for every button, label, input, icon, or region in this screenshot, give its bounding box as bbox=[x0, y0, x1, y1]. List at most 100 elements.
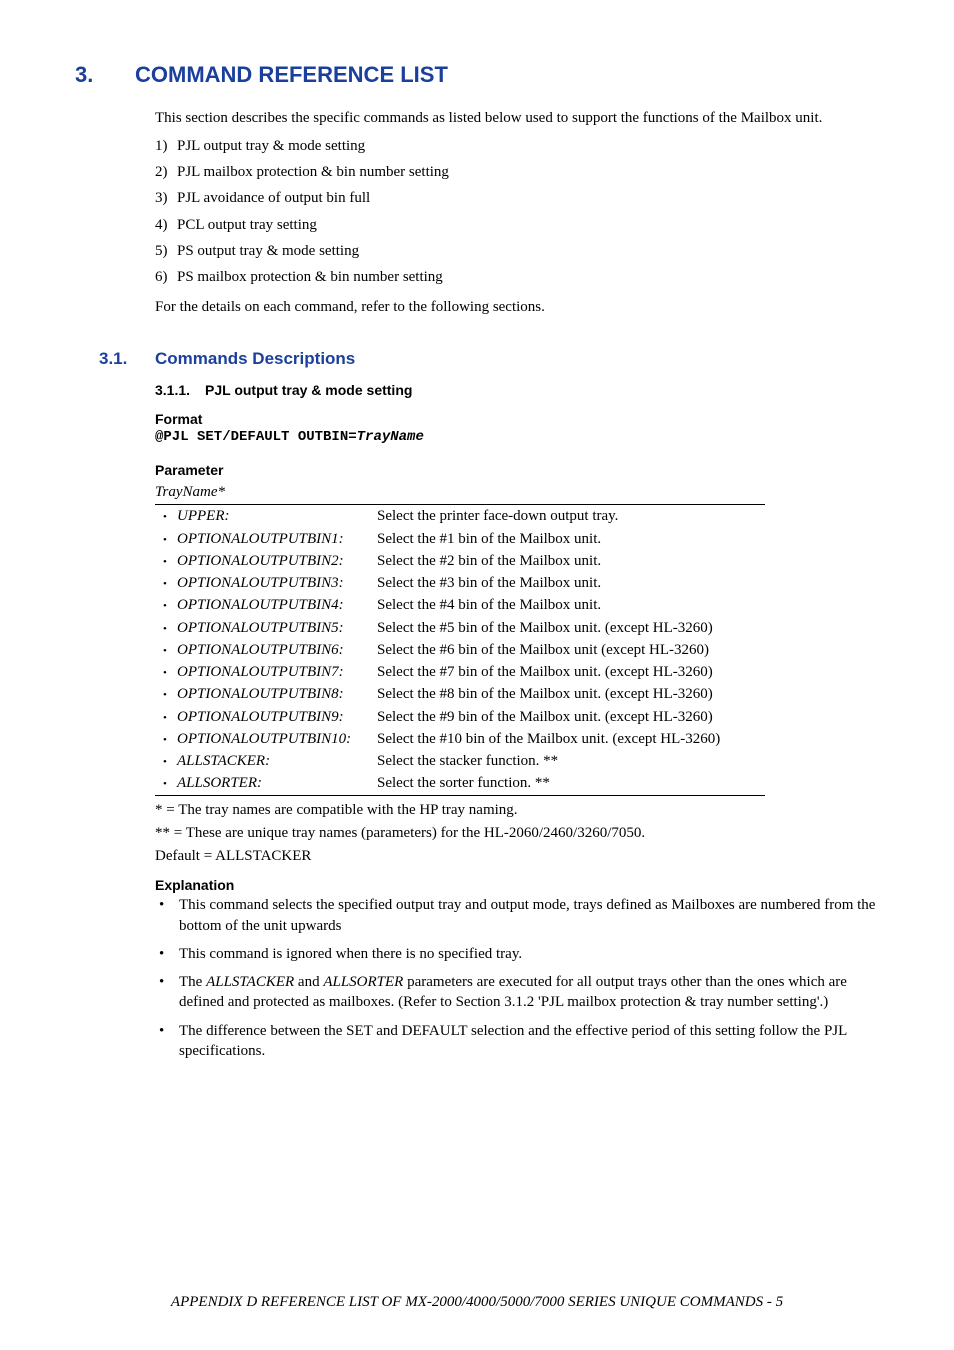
bullet-icon: • bbox=[163, 707, 177, 727]
param-desc: Select the #5 bin of the Mailbox unit. (… bbox=[377, 618, 765, 638]
list-item: 6)PS mailbox protection & bin number set… bbox=[155, 267, 879, 287]
heading-3-number: 3.1.1. bbox=[155, 381, 205, 400]
intro-block: This section describes the specific comm… bbox=[155, 108, 879, 318]
explanation-text: This command is ignored when there is no… bbox=[179, 944, 879, 964]
table-row: •OPTIONALOUTPUTBIN8:Select the #8 bin of… bbox=[155, 683, 765, 705]
list-item: 5)PS output tray & mode setting bbox=[155, 241, 879, 261]
format-code-prefix: @PJL SET/DEFAULT OUTBIN= bbox=[155, 429, 357, 445]
parameter-name: TrayName* bbox=[155, 482, 879, 502]
list-item-text: PS mailbox protection & bin number setti… bbox=[177, 267, 443, 287]
bullet-icon: • bbox=[163, 573, 177, 593]
param-key: OPTIONALOUTPUTBIN2: bbox=[177, 551, 377, 571]
param-key: OPTIONALOUTPUTBIN6: bbox=[177, 640, 377, 660]
heading-3: 3.1.1. PJL output tray & mode setting bbox=[155, 381, 879, 400]
param-key: OPTIONALOUTPUTBIN1: bbox=[177, 529, 377, 549]
footnote-1: * = The tray names are compatible with t… bbox=[155, 800, 879, 820]
param-key: ALLSORTER: bbox=[177, 773, 377, 793]
list-item: 1)PJL output tray & mode setting bbox=[155, 136, 879, 156]
bullet-icon: • bbox=[163, 640, 177, 660]
list-item: • This command selects the specified out… bbox=[155, 895, 879, 936]
list-item-number: 2) bbox=[155, 162, 177, 182]
param-desc: Select the #7 bin of the Mailbox unit. (… bbox=[377, 662, 765, 682]
bullet-icon: • bbox=[163, 506, 177, 526]
param-key: OPTIONALOUTPUTBIN8: bbox=[177, 684, 377, 704]
section-body: Format @PJL SET/DEFAULT OUTBIN=TrayName … bbox=[155, 410, 879, 1062]
table-row: •ALLSORTER:Select the sorter function. *… bbox=[155, 772, 765, 794]
heading-2-title: Commands Descriptions bbox=[155, 348, 355, 371]
param-desc: Select the #4 bin of the Mailbox unit. bbox=[377, 595, 765, 615]
table-row: •OPTIONALOUTPUTBIN1:Select the #1 bin of… bbox=[155, 528, 765, 550]
bullet-icon: • bbox=[155, 972, 179, 1013]
closing-paragraph: For the details on each command, refer t… bbox=[155, 297, 879, 317]
footnotes: * = The tray names are compatible with t… bbox=[155, 800, 879, 867]
table-row: •OPTIONALOUTPUTBIN7:Select the #7 bin of… bbox=[155, 661, 765, 683]
table-row: •OPTIONALOUTPUTBIN2:Select the #2 bin of… bbox=[155, 550, 765, 572]
param-key: OPTIONALOUTPUTBIN5: bbox=[177, 618, 377, 638]
footnote-3: Default = ALLSTACKER bbox=[155, 846, 879, 866]
text-emphasis: ALLSTACKER bbox=[206, 974, 294, 990]
param-desc: Select the #9 bin of the Mailbox unit. (… bbox=[377, 707, 765, 727]
param-key: OPTIONALOUTPUTBIN3: bbox=[177, 573, 377, 593]
table-row: •OPTIONALOUTPUTBIN3:Select the #3 bin of… bbox=[155, 572, 765, 594]
explanation-text: The ALLSTACKER and ALLSORTER parameters … bbox=[179, 972, 879, 1013]
table-row: •ALLSTACKER:Select the stacker function.… bbox=[155, 750, 765, 772]
list-item: 4)PCL output tray setting bbox=[155, 215, 879, 235]
bullet-icon: • bbox=[163, 595, 177, 615]
param-desc: Select the #8 bin of the Mailbox unit. (… bbox=[377, 684, 765, 704]
bullet-icon: • bbox=[163, 729, 177, 749]
parameter-table: •UPPER:Select the printer face-down outp… bbox=[155, 504, 765, 795]
list-item-text: PS output tray & mode setting bbox=[177, 241, 359, 261]
param-key: UPPER: bbox=[177, 506, 377, 526]
param-desc: Select the #10 bin of the Mailbox unit. … bbox=[377, 729, 765, 749]
list-item: • This command is ignored when there is … bbox=[155, 944, 879, 964]
param-desc: Select the stacker function. ** bbox=[377, 751, 765, 771]
bullet-icon: • bbox=[163, 773, 177, 793]
explanation-list: • This command selects the specified out… bbox=[155, 895, 879, 1061]
table-row: •OPTIONALOUTPUTBIN6:Select the #6 bin of… bbox=[155, 639, 765, 661]
heading-2: 3.1. Commands Descriptions bbox=[99, 348, 879, 371]
bullet-icon: • bbox=[163, 751, 177, 771]
list-item-text: PCL output tray setting bbox=[177, 215, 317, 235]
param-desc: Select the #6 bin of the Mailbox unit (e… bbox=[377, 640, 765, 660]
bullet-icon: • bbox=[163, 529, 177, 549]
explanation-text: The difference between the SET and DEFAU… bbox=[179, 1021, 879, 1062]
list-item-number: 4) bbox=[155, 215, 177, 235]
page-footer: APPENDIX D REFERENCE LIST OF MX-2000/400… bbox=[0, 1292, 954, 1312]
param-key: OPTIONALOUTPUTBIN9: bbox=[177, 707, 377, 727]
footnote-2: ** = These are unique tray names (parame… bbox=[155, 823, 879, 843]
list-item-text: PJL mailbox protection & bin number sett… bbox=[177, 162, 449, 182]
format-code-variable: TrayName bbox=[357, 429, 424, 445]
text-emphasis: ALLSORTER bbox=[323, 974, 403, 990]
table-row: •OPTIONALOUTPUTBIN9:Select the #9 bin of… bbox=[155, 706, 765, 728]
bullet-icon: • bbox=[155, 944, 179, 964]
heading-3-title: PJL output tray & mode setting bbox=[205, 381, 412, 400]
heading-1-title: COMMAND REFERENCE LIST bbox=[135, 60, 448, 90]
bullet-icon: • bbox=[163, 618, 177, 638]
format-label: Format bbox=[155, 410, 879, 429]
param-desc: Select the #3 bin of the Mailbox unit. bbox=[377, 573, 765, 593]
bullet-icon: • bbox=[163, 684, 177, 704]
bullet-icon: • bbox=[163, 551, 177, 571]
param-key: ALLSTACKER: bbox=[177, 751, 377, 771]
param-key: OPTIONALOUTPUTBIN7: bbox=[177, 662, 377, 682]
list-item-number: 3) bbox=[155, 188, 177, 208]
list-item-number: 5) bbox=[155, 241, 177, 261]
text-fragment: The bbox=[179, 974, 206, 990]
table-row: •UPPER:Select the printer face-down outp… bbox=[155, 505, 765, 527]
explanation-text: This command selects the specified outpu… bbox=[179, 895, 879, 936]
text-fragment: and bbox=[294, 974, 323, 990]
parameter-label: Parameter bbox=[155, 461, 879, 480]
explanation-label: Explanation bbox=[155, 876, 879, 895]
list-item: 3)PJL avoidance of output bin full bbox=[155, 188, 879, 208]
param-key: OPTIONALOUTPUTBIN4: bbox=[177, 595, 377, 615]
list-item: • The ALLSTACKER and ALLSORTER parameter… bbox=[155, 972, 879, 1013]
list-item: • The difference between the SET and DEF… bbox=[155, 1021, 879, 1062]
list-item-text: PJL avoidance of output bin full bbox=[177, 188, 370, 208]
list-item-text: PJL output tray & mode setting bbox=[177, 136, 365, 156]
list-item-number: 1) bbox=[155, 136, 177, 156]
heading-2-number: 3.1. bbox=[99, 348, 155, 371]
bullet-icon: • bbox=[155, 1021, 179, 1062]
param-desc: Select the #1 bin of the Mailbox unit. bbox=[377, 529, 765, 549]
param-desc: Select the printer face-down output tray… bbox=[377, 506, 765, 526]
table-row: •OPTIONALOUTPUTBIN4:Select the #4 bin of… bbox=[155, 594, 765, 616]
